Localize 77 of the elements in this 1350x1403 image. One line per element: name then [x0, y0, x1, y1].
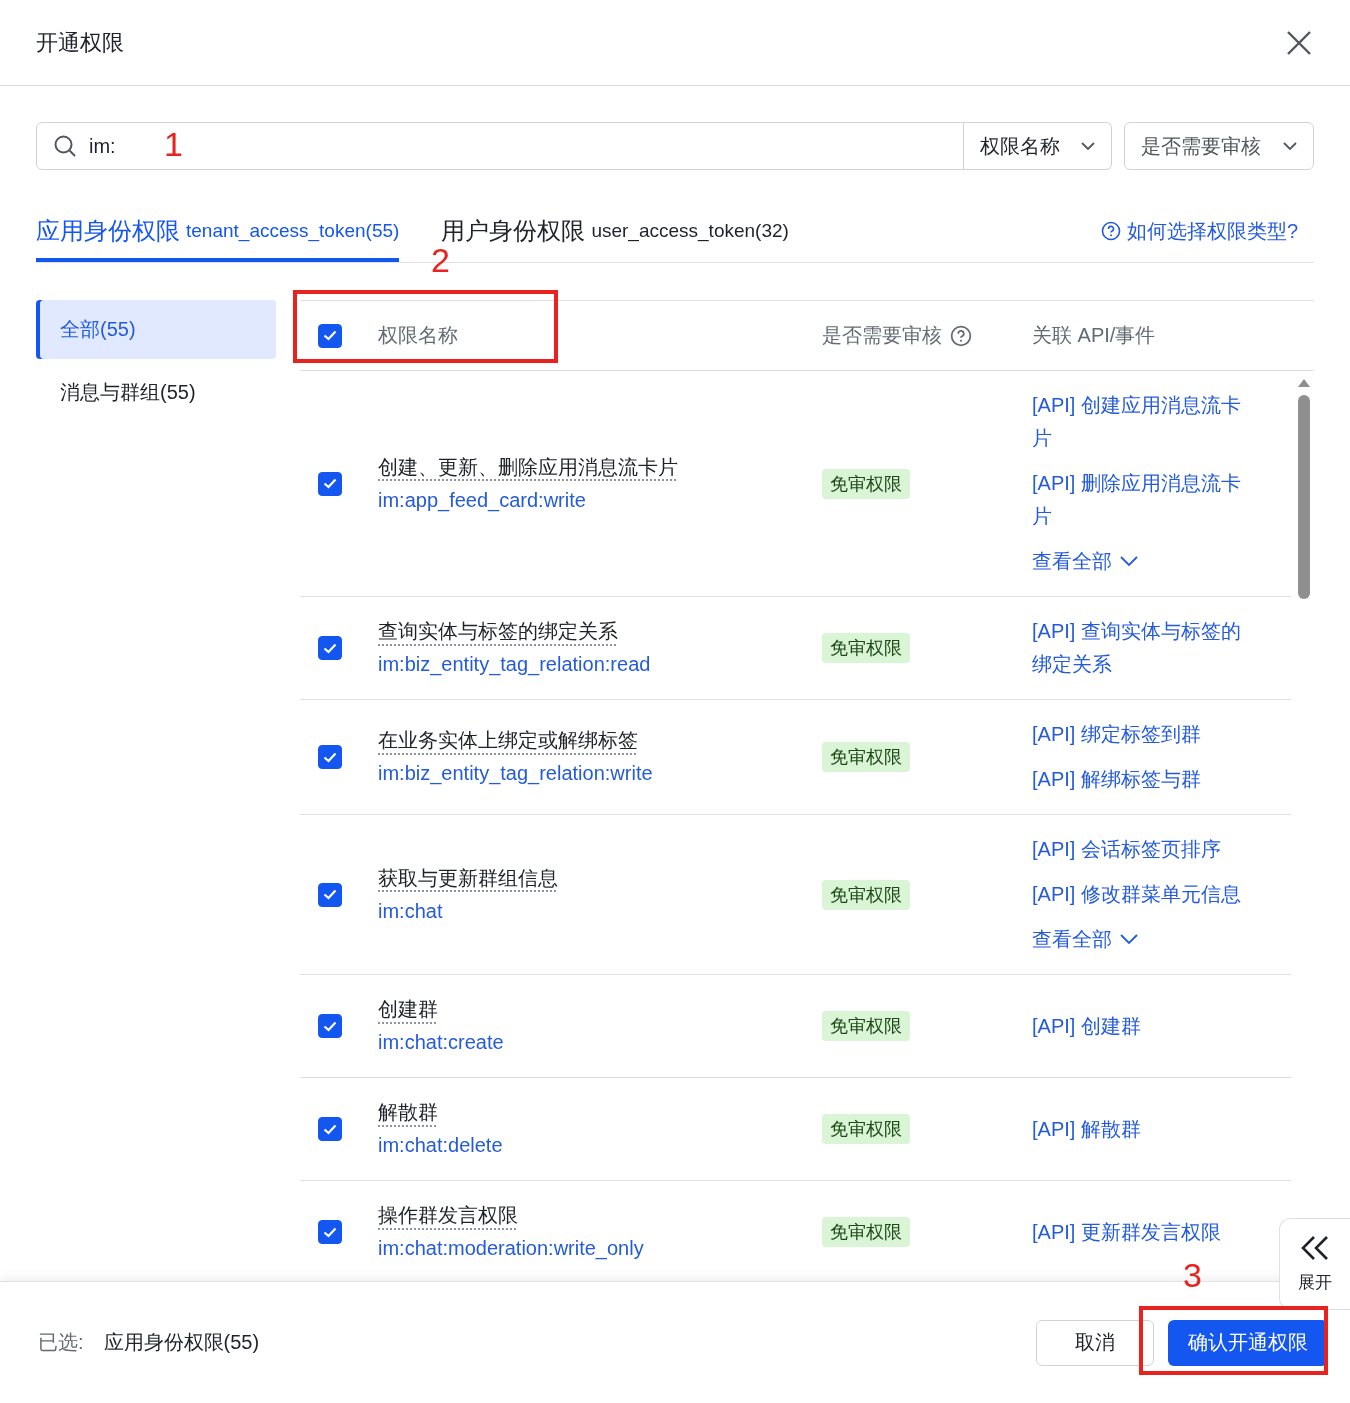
review-tag: 免审权限 — [822, 1011, 910, 1041]
chevron-down-icon — [1283, 141, 1297, 151]
check-icon — [323, 642, 337, 654]
select-all-checkbox[interactable] — [318, 323, 342, 348]
api-link[interactable]: [API] 解散群 — [1032, 1112, 1254, 1146]
check-icon — [323, 478, 337, 489]
help-icon — [950, 324, 972, 347]
row-checkbox[interactable] — [318, 636, 342, 660]
permission-scope: im:chat:moderation:write_only — [378, 1236, 645, 1262]
permission-scope: im:app_feed_card:write — [378, 487, 587, 514]
annotation-number: 1 — [164, 124, 183, 165]
check-icon — [323, 751, 337, 763]
check-icon — [323, 330, 337, 341]
filter-dropdown[interactable]: 是否需要审核 — [1124, 122, 1314, 170]
chevron-down-icon — [1120, 556, 1138, 567]
permission-name: 创建、更新、删除应用消息流卡片 — [378, 454, 678, 480]
api-link[interactable]: [API] 查询实体与标签的绑定关系 — [1032, 615, 1254, 681]
check-icon — [323, 1123, 337, 1135]
view-all-link[interactable]: 查看全部 — [1032, 923, 1138, 956]
row-checkbox[interactable] — [318, 471, 342, 496]
api-link[interactable]: [API] 更新群发言权限 — [1032, 1215, 1254, 1249]
dialog-title: 开通权限 — [36, 28, 124, 57]
annotation-number: 2 — [431, 241, 450, 281]
selected-label: 已选: — [38, 1330, 84, 1355]
row-checkbox[interactable] — [318, 1220, 342, 1244]
api-link[interactable]: [API] 创建应用消息流卡片 — [1032, 389, 1254, 455]
permission-scope: im:biz_entity_tag_relation:write — [378, 761, 654, 787]
view-all-link[interactable]: 查看全部 — [1032, 545, 1138, 578]
column-header: 关联 API/事件 — [1032, 323, 1157, 348]
help-icon — [1100, 221, 1121, 241]
expand-button[interactable]: 展开 — [1279, 1218, 1350, 1310]
check-icon — [323, 1226, 337, 1238]
review-tag: 免审权限 — [822, 742, 910, 772]
row-checkbox[interactable] — [318, 882, 342, 907]
permission-name: 解散群 — [378, 1100, 438, 1125]
check-icon — [323, 889, 337, 900]
scroll-up-icon[interactable] — [1298, 379, 1310, 387]
column-header: 权限名称 — [378, 323, 459, 348]
filter-dropdown[interactable]: 权限名称 — [964, 122, 1112, 170]
annotation-number: 3 — [1183, 1255, 1202, 1296]
permission-scope: im:chat — [378, 898, 444, 924]
api-link[interactable]: [API] 删除应用消息流卡片 — [1032, 467, 1254, 533]
permission-scope: im:chat:create — [378, 1030, 505, 1055]
permission-name: 查询实体与标签的绑定关系 — [378, 619, 618, 644]
close-icon[interactable] — [1286, 29, 1312, 56]
review-tag: 免审权限 — [822, 1217, 910, 1247]
review-tag: 免审权限 — [822, 879, 910, 910]
search-icon — [54, 135, 76, 157]
selected-value: 应用身份权限(55) — [103, 1330, 260, 1355]
sidebar-item[interactable]: 消息与群组(55) — [36, 363, 276, 422]
api-link[interactable]: [API] 修改群菜单元信息 — [1032, 878, 1254, 911]
chevron-down-icon — [1120, 934, 1138, 945]
review-tag: 免审权限 — [822, 468, 910, 499]
row-checkbox[interactable] — [318, 1014, 342, 1038]
api-link[interactable]: [API] 绑定标签到群 — [1032, 718, 1254, 751]
permission-name: 操作群发言权限 — [378, 1203, 518, 1228]
chevron-down-icon — [1081, 141, 1095, 151]
double-chevron-left-icon — [1299, 1234, 1331, 1261]
cancel-button[interactable]: 取消 — [1036, 1319, 1154, 1366]
scrollbar-thumb[interactable] — [1298, 395, 1310, 599]
row-checkbox[interactable] — [318, 745, 342, 769]
review-tag: 免审权限 — [822, 633, 910, 663]
help-link[interactable]: 如何选择权限类型? — [1100, 217, 1298, 245]
review-tag: 免审权限 — [822, 1114, 910, 1144]
column-header: 是否需要审核 — [822, 323, 942, 348]
api-link[interactable]: [API] 解绑标签与群 — [1032, 763, 1254, 796]
api-link[interactable]: [API] 创建群 — [1032, 1009, 1254, 1043]
api-link[interactable]: [API] 会话标签页排序 — [1032, 833, 1254, 866]
tab[interactable]: 应用身份权限 tenant_access_token(55) — [36, 200, 400, 262]
permission-name: 创建群 — [378, 997, 438, 1022]
permission-scope: im:biz_entity_tag_relation:read — [378, 652, 652, 678]
check-icon — [323, 1020, 337, 1032]
permission-scope: im:chat:delete — [378, 1133, 504, 1158]
sidebar-item[interactable]: 全部(55) — [36, 300, 276, 359]
permission-name: 在业务实体上绑定或解绑标签 — [378, 728, 638, 753]
row-checkbox[interactable] — [318, 1117, 342, 1141]
permission-name: 获取与更新群组信息 — [378, 865, 558, 891]
